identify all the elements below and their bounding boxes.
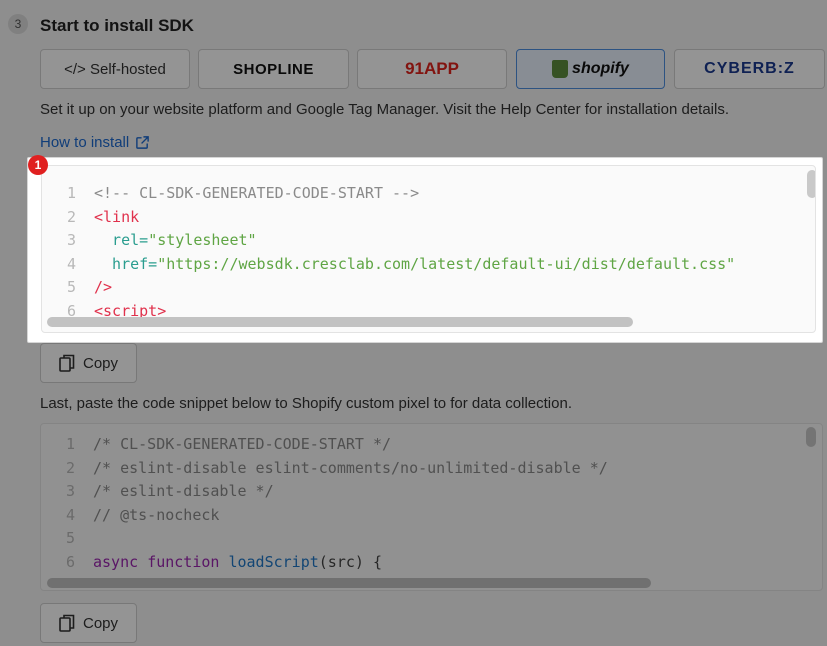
platform-selector: </> Self-hosted SHOPLINE 91APP shopify C… <box>40 49 827 91</box>
code-editor-sdk[interactable]: 1 <!-- CL-SDK-GENERATED-CODE-START --> 2 <l… <box>41 165 816 333</box>
shopify-bag-icon <box>552 60 569 78</box>
code-text: /* eslint-disable */ <box>93 482 274 500</box>
copy-icon <box>59 354 75 372</box>
line-number: 3 <box>65 482 75 500</box>
step-number-badge: 3 <box>8 14 28 34</box>
platform-shopline-button[interactable]: SHOPLINE <box>198 49 349 89</box>
line-number: 4 <box>66 254 76 273</box>
line-number: 2 <box>66 207 76 226</box>
copy-button-1[interactable]: Copy <box>40 343 137 383</box>
shopline-logo: SHOPLINE <box>233 60 314 78</box>
cyberbiz-logo: CYBERB:Z <box>704 60 795 77</box>
how-to-install-label: How to install <box>40 134 130 151</box>
vertical-scrollbar[interactable] <box>807 170 815 198</box>
platform-cyberbiz-button[interactable]: CYBERB:Z <box>674 49 825 89</box>
platform-shopify-button[interactable]: shopify <box>516 49 665 89</box>
section-title: Start to install SDK <box>40 16 194 35</box>
code-icon: </> <box>64 60 90 78</box>
91app-logo: 91APP <box>405 59 459 78</box>
code-text: /> <box>94 278 113 296</box>
line-number: 5 <box>66 278 76 296</box>
code-text: /* CL-SDK-GENERATED-CODE-START */ <box>93 435 392 453</box>
code-text: rel="stylesheet" <box>94 231 257 249</box>
code-text: <!-- CL-SDK-GENERATED-CODE-START --> <box>94 184 420 202</box>
platform-label: Self-hosted <box>89 60 166 78</box>
highlighted-code-region: 1 <!-- CL-SDK-GENERATED-CODE-START --> 2 <l… <box>27 157 823 343</box>
horizontal-scrollbar[interactable] <box>47 578 651 588</box>
shopify-pixel-instruction: Last, paste the code snippet below to Sh… <box>40 395 572 412</box>
line-number: 1 <box>65 435 75 453</box>
copy-button-2[interactable]: Copy <box>40 603 137 643</box>
line-number: 6 <box>65 552 75 571</box>
line-number: 1 <box>66 184 76 202</box>
install-description: Set it up on your website platform and G… <box>40 101 730 118</box>
code-text: href="https://websdk.cresclab.com/latest… <box>94 254 736 273</box>
copy-icon <box>59 614 75 632</box>
vertical-scrollbar[interactable] <box>806 427 816 447</box>
code-editor-pixel[interactable]: 1 /* CL-SDK-GENERATED-CODE-START */ 2 /* es… <box>40 423 823 591</box>
line-number: 4 <box>65 505 75 524</box>
shopify-logo: shopify <box>572 60 629 77</box>
copy-label: Copy <box>82 354 119 372</box>
line-number: 3 <box>66 231 76 249</box>
platform-91app-button[interactable]: 91APP <box>357 49 507 89</box>
horizontal-scrollbar[interactable] <box>47 317 633 327</box>
copy-label: Copy <box>82 614 119 632</box>
line-number: 2 <box>65 458 75 477</box>
code-text: /* eslint-disable eslint-comments/no-unl… <box>93 458 608 477</box>
external-link-icon <box>136 136 150 149</box>
step-marker-badge: 1 <box>28 155 48 175</box>
how-to-install-link[interactable]: How to install <box>40 134 150 151</box>
code-text: // @ts-nocheck <box>93 505 220 524</box>
code-text: async function loadScript(src) { <box>93 552 382 571</box>
platform-self-hosted-button[interactable]: </> Self-hosted <box>40 49 190 89</box>
line-number: 5 <box>65 529 75 547</box>
code-text: <link <box>94 207 140 226</box>
